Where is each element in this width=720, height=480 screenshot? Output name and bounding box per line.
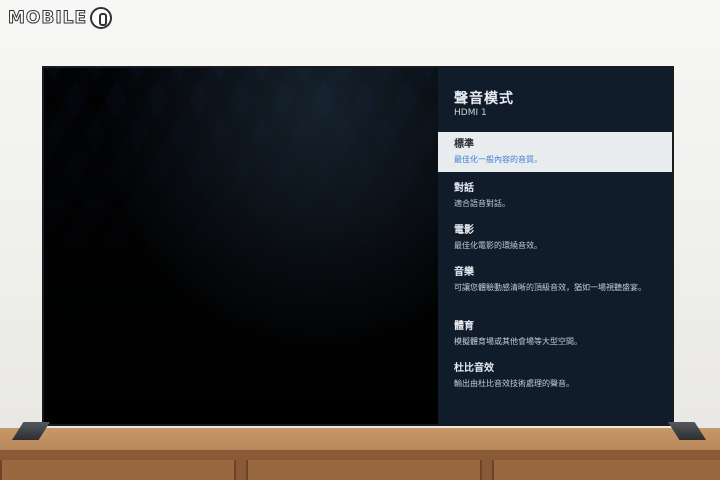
mobile01-mark-icon <box>90 7 113 29</box>
television: 聲音模式 HDMI 1 標準 最佳化一般內容的音質。 對話 適合語音對話。 電影… <box>42 66 674 426</box>
sound-mode-sports[interactable]: 體育 模擬體育場或其他會場等大型空間。 <box>438 314 672 354</box>
sound-mode-dialog[interactable]: 對話 適合語音對話。 <box>438 176 672 216</box>
logo-text: MOBILE <box>7 8 88 29</box>
item-title: 音樂 <box>454 267 474 278</box>
item-title: 對話 <box>454 183 474 194</box>
panel-title: 聲音模式 <box>454 91 514 107</box>
cabinet-drawer <box>0 460 236 480</box>
sound-mode-standard[interactable]: 標準 最佳化一般內容的音質。 <box>438 132 672 172</box>
item-desc: 輸出由杜比音效技術處理的聲音。 <box>454 379 574 388</box>
item-desc: 最佳化一般內容的音質。 <box>454 155 542 164</box>
item-title: 體育 <box>454 321 474 332</box>
item-title: 杜比音效 <box>454 363 494 374</box>
screen-shade <box>44 68 438 424</box>
watermark-logo: MOBILE <box>7 6 113 30</box>
item-desc: 模擬體育場或其他會場等大型空間。 <box>454 337 582 346</box>
item-desc: 最佳化電影的環繞音效。 <box>454 241 542 250</box>
sound-mode-dolby[interactable]: 杜比音效 輸出由杜比音效技術處理的聲音。 <box>438 356 672 396</box>
item-desc: 可讓您體驗動感清晰的頂級音效，猶如一場視聽盛宴。 <box>454 283 646 292</box>
sound-mode-panel: 聲音模式 HDMI 1 標準 最佳化一般內容的音質。 對話 適合語音對話。 電影… <box>438 68 672 424</box>
panel-subtitle: HDMI 1 <box>454 108 487 118</box>
cabinet-drawer <box>492 460 720 480</box>
sound-mode-music[interactable]: 音樂 可讓您體驗動感清晰的頂級音效，猶如一場視聽盛宴。 <box>438 260 672 300</box>
item-desc: 適合語音對話。 <box>454 199 510 208</box>
item-title: 電影 <box>454 225 474 236</box>
cabinet-drawer <box>246 460 482 480</box>
cabinet-top <box>0 428 720 450</box>
item-title: 標準 <box>454 139 474 150</box>
sound-mode-movie[interactable]: 電影 最佳化電影的環繞音效。 <box>438 218 672 258</box>
